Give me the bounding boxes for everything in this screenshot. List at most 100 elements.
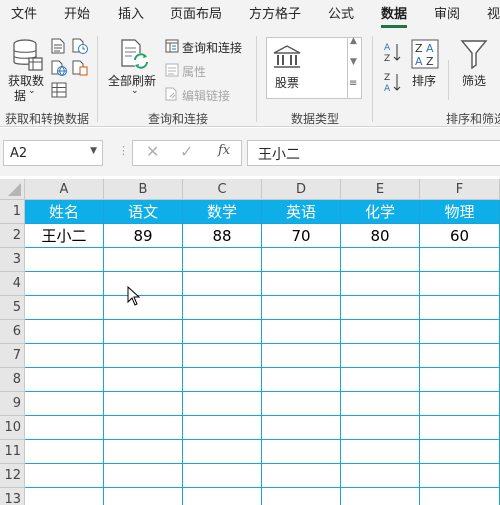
stocks-label[interactable]: 股票 [275,74,299,91]
tab-fangfang-grid[interactable]: 方方格子 [249,0,301,30]
cell-a10[interactable] [25,416,104,440]
cell-d7[interactable] [262,344,341,368]
row-header-5[interactable]: 5 [0,296,25,320]
cell-d6[interactable] [262,320,341,344]
cell-f2[interactable]: 60 [420,224,500,248]
cell-c8[interactable] [183,368,262,392]
cell-d4[interactable] [262,272,341,296]
refresh-all-icon[interactable] [120,38,152,75]
cell-f1[interactable]: 物理 [420,200,500,224]
row-header-12[interactable]: 12 [0,464,25,488]
cell-b6[interactable] [104,320,183,344]
tab-view[interactable]: 视 [487,0,500,30]
cell-b12[interactable] [104,464,183,488]
row-header-6[interactable]: 6 [0,320,25,344]
cell-a13[interactable] [25,488,104,505]
formula-input[interactable]: 王小二 [247,140,500,166]
column-header-d[interactable]: D [262,179,341,200]
row-header-3[interactable]: 3 [0,248,25,272]
cell-c2[interactable]: 88 [183,224,262,248]
edit-links-button[interactable]: 编辑链接 [182,87,230,104]
column-header-e[interactable]: E [341,179,420,200]
cell-b1[interactable]: 语文 [104,200,183,224]
cell-d5[interactable] [262,296,341,320]
column-header-b[interactable]: B [104,179,183,200]
column-header-f[interactable]: F [420,179,500,200]
cell-a5[interactable] [25,296,104,320]
cell-e3[interactable] [341,248,420,272]
row-header-8[interactable]: 8 [0,368,25,392]
cell-f9[interactable] [420,392,500,416]
cell-f10[interactable] [420,416,500,440]
sort-az-icon[interactable]: AZ [383,41,403,66]
cell-e11[interactable] [341,440,420,464]
column-header-a[interactable]: A [25,179,104,200]
queries-connections-icon[interactable] [165,39,179,56]
row-header-7[interactable]: 7 [0,344,25,368]
cell-b10[interactable] [104,416,183,440]
cell-c12[interactable] [183,464,262,488]
cell-a8[interactable] [25,368,104,392]
cell-e7[interactable] [341,344,420,368]
cell-e2[interactable]: 80 [341,224,420,248]
cell-b2[interactable]: 89 [104,224,183,248]
cell-a12[interactable] [25,464,104,488]
cell-d13[interactable] [262,488,341,505]
row-header-10[interactable]: 10 [0,416,25,440]
tab-formulas[interactable]: 公式 [328,0,354,30]
properties-button[interactable]: 属性 [182,63,206,80]
cell-b4[interactable] [104,272,183,296]
gallery-up-icon[interactable]: ▲ [350,36,357,46]
cell-a11[interactable] [25,440,104,464]
cell-a6[interactable] [25,320,104,344]
cell-e4[interactable] [341,272,420,296]
cell-e5[interactable] [341,296,420,320]
cell-f4[interactable] [420,272,500,296]
cell-d1[interactable]: 英语 [262,200,341,224]
cell-f6[interactable] [420,320,500,344]
cell-f3[interactable] [420,248,500,272]
cell-f13[interactable] [420,488,500,505]
row-header-11[interactable]: 11 [0,440,25,464]
cell-d12[interactable] [262,464,341,488]
row-header-4[interactable]: 4 [0,272,25,296]
cell-a2[interactable]: 王小二 [25,224,104,248]
gallery-down-icon[interactable]: ▼ [350,57,357,67]
cell-c13[interactable] [183,488,262,505]
cell-c7[interactable] [183,344,262,368]
tab-home[interactable]: 开始 [64,0,90,30]
sort-dialog-icon[interactable]: ZAAZ [411,39,439,72]
cell-f7[interactable] [420,344,500,368]
drag-handle-icon[interactable]: ⋮ [118,144,129,157]
gallery-more-icon[interactable]: ≡ [349,78,357,89]
cell-e8[interactable] [341,368,420,392]
cell-b13[interactable] [104,488,183,505]
cell-d11[interactable] [262,440,341,464]
cell-c4[interactable] [183,272,262,296]
cell-b5[interactable] [104,296,183,320]
cell-e12[interactable] [341,464,420,488]
name-box[interactable]: A2 ▼ [3,140,103,166]
cell-a7[interactable] [25,344,104,368]
cell-c1[interactable]: 数学 [183,200,262,224]
cell-f8[interactable] [420,368,500,392]
from-web-icon[interactable] [51,60,67,79]
tab-data[interactable]: 数据 [381,0,408,30]
cell-c10[interactable] [183,416,262,440]
column-header-c[interactable]: C [183,179,262,200]
enter-icon[interactable]: ✓ [180,142,193,161]
cell-b3[interactable] [104,248,183,272]
properties-icon[interactable] [165,63,179,80]
select-all-button[interactable] [0,179,25,200]
row-header-13[interactable]: 13 [0,488,25,505]
cell-d8[interactable] [262,368,341,392]
from-text-icon[interactable] [51,38,65,57]
get-data-label-2[interactable]: 据 [14,87,26,104]
cell-e9[interactable] [341,392,420,416]
row-header-2[interactable]: 2 [0,224,25,248]
tab-file[interactable]: 文件 [11,0,37,30]
filter-button[interactable]: 筛选 [462,72,486,89]
cell-a3[interactable] [25,248,104,272]
cell-d10[interactable] [262,416,341,440]
cell-c11[interactable] [183,440,262,464]
